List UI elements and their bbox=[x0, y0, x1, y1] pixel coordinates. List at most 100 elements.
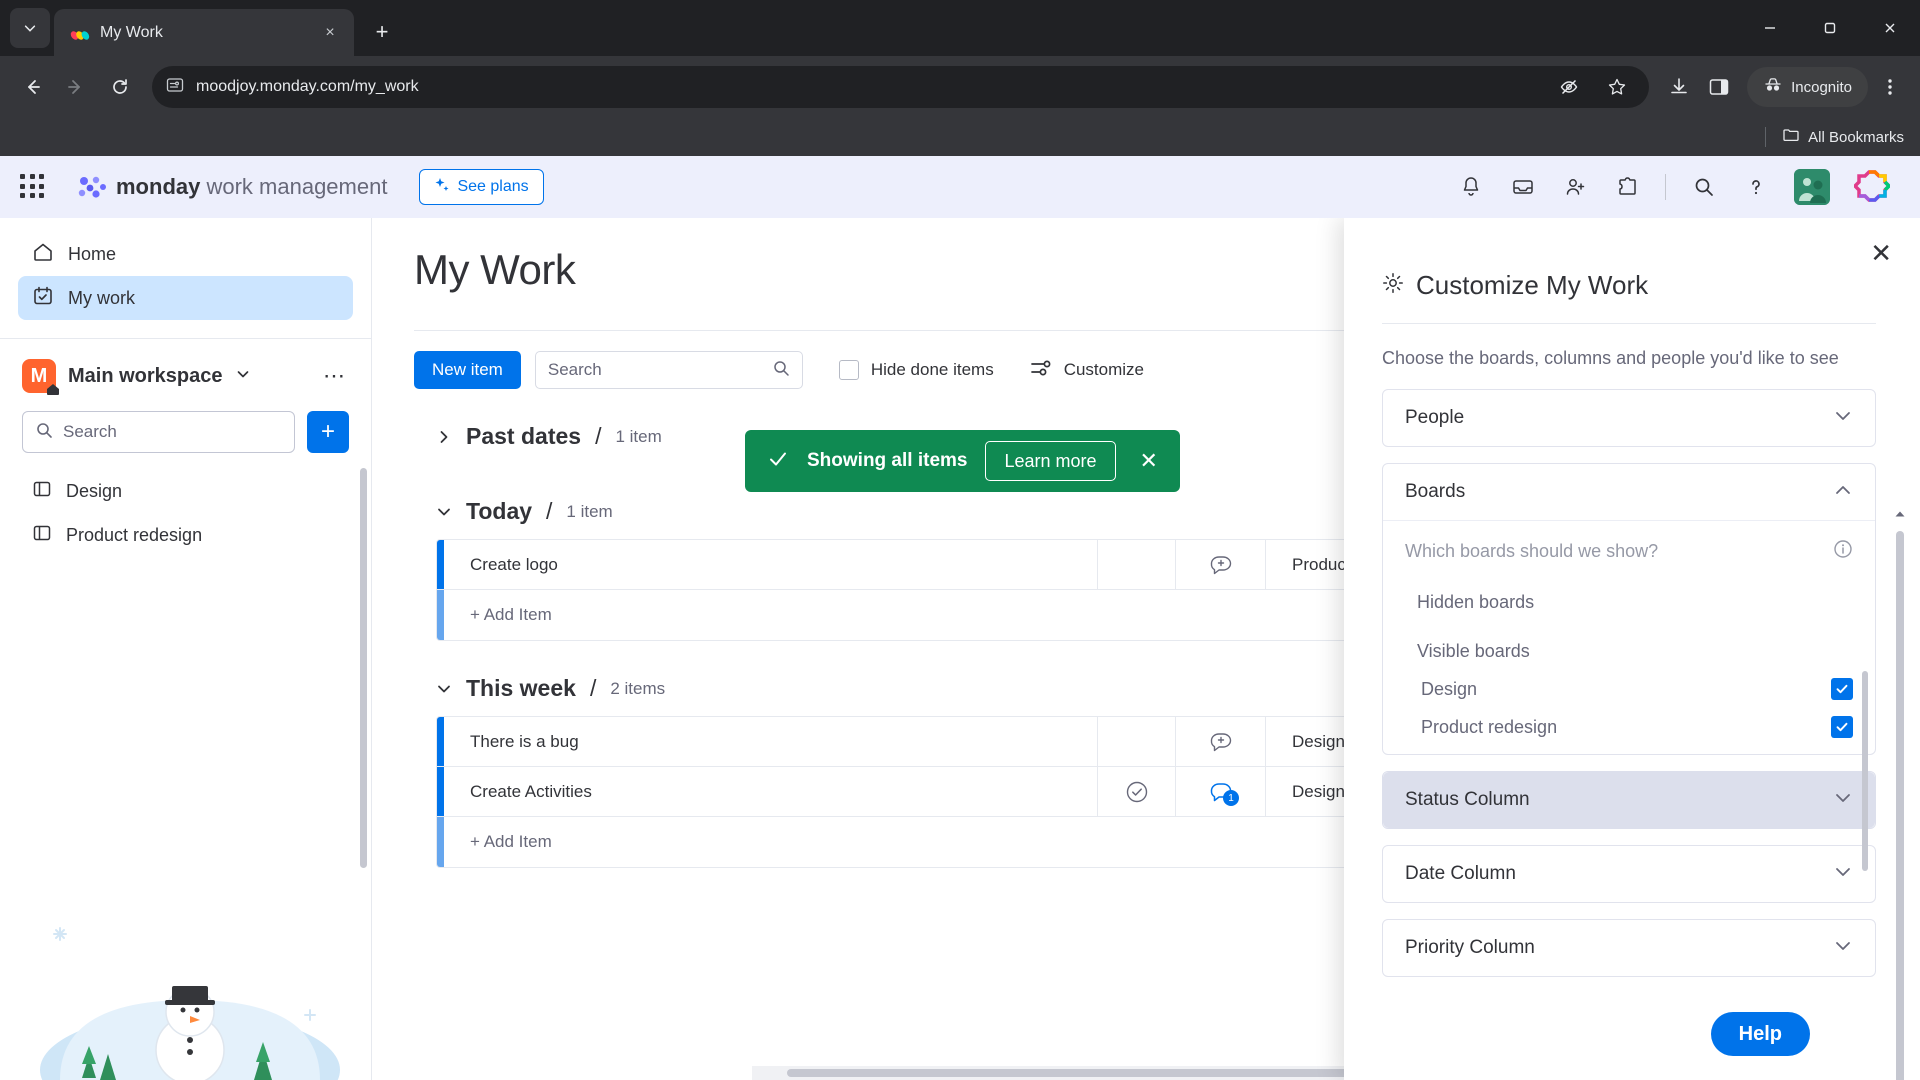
browser-tab[interactable]: My Work × bbox=[54, 9, 354, 56]
boards-inner-scrollbar[interactable] bbox=[1862, 671, 1868, 872]
new-tab-button[interactable]: + bbox=[364, 14, 400, 50]
incognito-indicator[interactable]: Incognito bbox=[1747, 67, 1868, 107]
workspace-selector[interactable]: M Main workspace ⋯ bbox=[0, 339, 371, 395]
visible-board-row[interactable]: Design bbox=[1405, 662, 1853, 701]
visible-board-row[interactable]: Product redesign bbox=[1405, 700, 1853, 739]
status-check-cell[interactable] bbox=[1097, 767, 1175, 816]
toast-close-icon[interactable]: ✕ bbox=[1140, 448, 1158, 474]
add-item-row[interactable]: + Add Item bbox=[437, 590, 1495, 640]
tab-close-icon[interactable]: × bbox=[316, 19, 344, 47]
item-name[interactable]: Create logo bbox=[444, 555, 1097, 575]
board-search-input[interactable]: Search bbox=[534, 351, 803, 389]
maximize-button[interactable] bbox=[1800, 0, 1860, 56]
add-update-cell[interactable] bbox=[1175, 540, 1265, 589]
sidebar-board-product-redesign[interactable]: Product redesign bbox=[22, 513, 349, 557]
notifications-bell-icon[interactable] bbox=[1457, 173, 1485, 201]
learn-more-button[interactable]: Learn more bbox=[985, 441, 1116, 481]
table-row[interactable]: Create logo Product redesign bbox=[437, 540, 1495, 590]
all-bookmarks-button[interactable]: All Bookmarks bbox=[1782, 126, 1904, 148]
chevron-right-icon[interactable] bbox=[436, 429, 452, 445]
chevron-down-icon[interactable] bbox=[1833, 409, 1853, 428]
section-label: Date Column bbox=[1405, 863, 1516, 885]
eye-off-icon[interactable] bbox=[1551, 69, 1587, 105]
checkbox-icon[interactable] bbox=[838, 360, 859, 380]
bookmark-separator bbox=[1765, 127, 1767, 147]
board-label: Design bbox=[66, 480, 123, 501]
help-question-icon[interactable] bbox=[1742, 173, 1770, 201]
monday-star-logo[interactable] bbox=[1852, 169, 1892, 205]
section-boards-header[interactable]: Boards bbox=[1383, 464, 1875, 520]
add-item-label[interactable]: + Add Item bbox=[444, 832, 1495, 852]
item-name[interactable]: There is a bug bbox=[444, 732, 1097, 752]
panel-close-icon[interactable]: ✕ bbox=[1870, 238, 1892, 269]
chevron-down-icon[interactable] bbox=[1833, 939, 1853, 958]
panel-scroll-up-arrow[interactable] bbox=[1894, 509, 1906, 522]
status-check-cell[interactable] bbox=[1097, 540, 1175, 589]
sidebar-scrollbar[interactable] bbox=[360, 468, 367, 868]
add-board-button[interactable]: + bbox=[307, 411, 349, 453]
board-checkbox-design[interactable] bbox=[1831, 678, 1853, 701]
status-check-cell[interactable] bbox=[1097, 717, 1175, 766]
star-icon[interactable] bbox=[1599, 69, 1635, 105]
section-label: Status Column bbox=[1405, 789, 1530, 811]
apps-marketplace-icon[interactable] bbox=[1613, 173, 1641, 201]
add-item-row[interactable]: + Add Item bbox=[437, 817, 1495, 867]
new-item-button[interactable]: New item bbox=[414, 351, 521, 389]
hide-done-items-toggle[interactable]: Hide done items bbox=[838, 360, 994, 380]
brand-light: work management bbox=[200, 174, 388, 199]
back-button[interactable] bbox=[12, 67, 52, 107]
brand-text: monday work management bbox=[116, 174, 387, 200]
home-icon bbox=[32, 241, 54, 268]
section-status-column-header[interactable]: Status Column bbox=[1383, 772, 1875, 829]
visible-board-label: Design bbox=[1421, 678, 1478, 699]
tab-search-icon[interactable] bbox=[10, 8, 50, 48]
bookmarks-bar: All Bookmarks bbox=[0, 118, 1920, 156]
section-people-header[interactable]: People bbox=[1383, 390, 1875, 446]
row-color-bar bbox=[437, 817, 444, 867]
chevron-down-icon[interactable] bbox=[1833, 791, 1853, 810]
page-info-icon[interactable] bbox=[166, 76, 184, 99]
invite-member-icon[interactable] bbox=[1561, 173, 1589, 201]
forward-button[interactable] bbox=[56, 67, 96, 107]
group-count: 2 items bbox=[610, 678, 666, 698]
help-button[interactable]: Help bbox=[1710, 1012, 1810, 1056]
section-date-column-header[interactable]: Date Column bbox=[1383, 846, 1875, 902]
see-plans-button[interactable]: See plans bbox=[419, 169, 544, 205]
chevron-down-icon[interactable] bbox=[436, 682, 452, 696]
panel-scrollbar[interactable] bbox=[1896, 531, 1904, 1080]
workspace-more-button[interactable]: ⋯ bbox=[323, 363, 349, 389]
close-window-button[interactable] bbox=[1860, 0, 1920, 56]
search-icon[interactable] bbox=[1690, 173, 1718, 201]
add-update-cell[interactable] bbox=[1175, 717, 1265, 766]
group-title: Past dates bbox=[466, 423, 582, 449]
sidebar-item-my-work[interactable]: My work bbox=[18, 276, 353, 320]
table-row[interactable]: Create Activities 1 Design bbox=[437, 767, 1495, 817]
download-icon[interactable] bbox=[1661, 69, 1697, 105]
chevron-up-icon[interactable] bbox=[1833, 483, 1853, 502]
all-bookmarks-label: All Bookmarks bbox=[1808, 128, 1904, 146]
item-name[interactable]: Create Activities bbox=[444, 782, 1097, 802]
table-row[interactable]: There is a bug Design bbox=[437, 717, 1495, 767]
update-count-cell[interactable]: 1 bbox=[1175, 767, 1265, 816]
side-panel-icon[interactable] bbox=[1701, 69, 1737, 105]
add-item-label[interactable]: + Add Item bbox=[444, 605, 1495, 625]
apps-grid-icon[interactable] bbox=[20, 174, 46, 200]
sidebar-board-design[interactable]: Design bbox=[22, 469, 349, 513]
address-bar[interactable]: moodjoy.monday.com/my_work bbox=[152, 66, 1650, 108]
chevron-down-icon[interactable] bbox=[1833, 865, 1853, 884]
user-avatar[interactable] bbox=[1794, 169, 1830, 205]
brand[interactable]: monday work management bbox=[76, 174, 387, 200]
info-circle-icon[interactable] bbox=[1833, 539, 1853, 564]
chevron-down-icon[interactable] bbox=[235, 366, 251, 387]
customize-button[interactable]: Customize bbox=[1030, 358, 1144, 383]
board-checkbox-product-redesign[interactable] bbox=[1831, 716, 1853, 739]
sidebar-item-home[interactable]: Home bbox=[18, 232, 353, 276]
sidebar-search-input[interactable]: Search bbox=[22, 411, 295, 453]
reload-button[interactable] bbox=[100, 67, 140, 107]
section-priority-column-header[interactable]: Priority Column bbox=[1383, 920, 1875, 976]
inbox-icon[interactable] bbox=[1509, 173, 1537, 201]
kebab-menu-icon[interactable] bbox=[1872, 69, 1908, 105]
section-boards: Boards Which boards should we show? Hidd… bbox=[1382, 463, 1876, 872]
chevron-down-icon[interactable] bbox=[436, 505, 452, 519]
minimize-button[interactable] bbox=[1740, 0, 1800, 56]
